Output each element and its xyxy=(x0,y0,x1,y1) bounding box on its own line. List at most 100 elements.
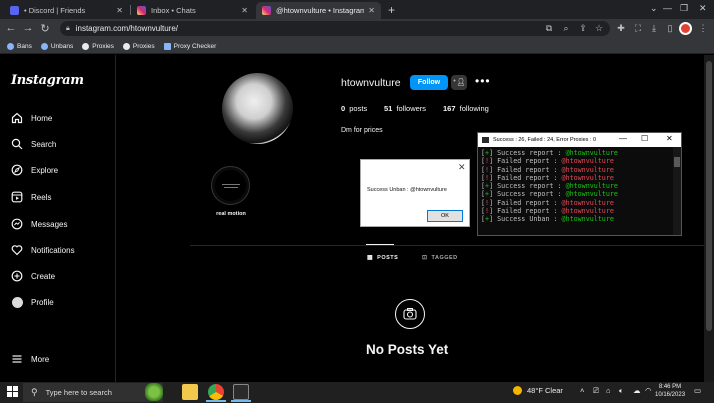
profile-bio: Dm for prices xyxy=(341,127,383,134)
close-window-icon[interactable]: ✕ xyxy=(699,3,707,14)
clock-time: 8:46 PM xyxy=(658,384,682,390)
sidebar-item-notifications[interactable]: Notifications xyxy=(11,244,75,256)
chevron-up-icon[interactable]: ˄ xyxy=(580,386,584,395)
tab-discord[interactable]: • Discord | Friends ✕ xyxy=(4,2,129,19)
followers-link[interactable]: 51 followers xyxy=(384,104,426,113)
console-title: Success : 26, Failed : 24, Error Proxies… xyxy=(493,137,597,143)
tab-posts[interactable]: ▦ POSTS xyxy=(367,254,398,262)
console-line: [!] Failed report : @htownvulture xyxy=(481,157,618,165)
bookmark-proxies-2[interactable]: Proxies xyxy=(122,42,155,50)
following-label: following xyxy=(459,104,489,113)
sidebar-item-reels[interactable]: Reels xyxy=(11,191,51,203)
bookmark-unbans[interactable]: Unbans xyxy=(40,42,73,50)
following-link[interactable]: 167 following xyxy=(443,104,489,113)
download-icon[interactable]: ⤓ xyxy=(648,23,660,34)
tab-search-chevron-icon[interactable]: ⌄ xyxy=(650,3,658,14)
sidebar-item-messages[interactable]: Messages xyxy=(11,218,67,230)
sidebar-item-home[interactable]: Home xyxy=(11,112,52,124)
ok-button[interactable]: OK xyxy=(427,210,463,222)
address-bar[interactable]: 🔒︎ instagram.com/htownvulture/ xyxy=(60,21,610,36)
options-ellipsis-icon[interactable]: ••• xyxy=(475,74,491,88)
console-bracket: ] xyxy=(489,207,498,216)
speaker-icon[interactable]: 🔈︎ xyxy=(619,386,624,396)
taskbar-clock[interactable]: 8:46 PM 10/16/2023 xyxy=(655,383,685,399)
sidebar-item-profile[interactable]: Profile xyxy=(11,296,54,308)
profile-picture[interactable] xyxy=(222,73,293,144)
reload-icon[interactable]: ↻ xyxy=(38,22,52,35)
sidebar-item-explore[interactable]: Explore xyxy=(11,164,58,176)
windows-start-icon[interactable] xyxy=(7,386,18,397)
back-arrow-icon[interactable]: ← xyxy=(4,22,18,34)
follow-button[interactable]: Follow xyxy=(410,75,448,90)
extensions-puzzle-icon[interactable]: ✚ xyxy=(615,23,627,34)
chrome-profile-avatar[interactable] xyxy=(679,22,692,35)
terminal-icon[interactable] xyxy=(233,384,249,400)
sidebar-item-create[interactable]: Create xyxy=(11,270,55,282)
console-username: @htownvulture xyxy=(561,173,614,182)
bookmark-proxies[interactable]: Proxies xyxy=(82,42,114,50)
wifi-icon[interactable]: ◠ xyxy=(645,386,652,395)
bookmark-proxy-checker[interactable]: Proxy Checker xyxy=(163,42,217,50)
console-username: @htownvulture xyxy=(561,198,614,207)
tab-inbox[interactable]: Inbox • Chats ✕ xyxy=(131,2,254,19)
minimize-icon[interactable]: — xyxy=(619,134,627,143)
widget-character-icon[interactable] xyxy=(145,383,163,401)
sidebar-item-label: Create xyxy=(31,271,56,281)
forward-arrow-icon[interactable]: → xyxy=(21,22,35,34)
share-icon[interactable]: ⇪ xyxy=(577,23,589,34)
followers-number: 51 xyxy=(384,104,393,113)
close-icon[interactable]: ✕ xyxy=(458,162,466,173)
sidebar-item-more[interactable]: More xyxy=(11,353,49,365)
story-highlight[interactable] xyxy=(211,166,250,205)
console-scrollbar-thumb[interactable] xyxy=(674,157,680,167)
network-icon[interactable]: ⌂ xyxy=(606,386,611,395)
minimize-icon[interactable]: — xyxy=(663,3,672,13)
bookmark-label: Proxy Checker xyxy=(173,42,217,50)
sidebar-item-label: Search xyxy=(31,139,57,149)
zoom-search-icon[interactable]: ⌕ xyxy=(560,23,572,34)
close-tab-icon[interactable]: ✕ xyxy=(368,6,375,15)
suggested-users-button[interactable]: ⁺👤︎ xyxy=(451,75,467,90)
new-tab-button[interactable]: + xyxy=(388,3,395,17)
kebab-menu-icon[interactable]: ⋮ xyxy=(697,23,709,34)
hamburger-menu-icon xyxy=(11,353,23,365)
clock-date: 10/16/2023 xyxy=(655,392,686,398)
lens-icon[interactable]: ⛶ xyxy=(632,23,644,34)
console-username: @htownvulture xyxy=(561,215,614,224)
display-icon[interactable]: ⎚ xyxy=(593,386,599,396)
bookmarks-bar: Bans Unbans Proxies Proxies Proxy Checke… xyxy=(0,39,714,54)
followers-label: followers xyxy=(396,104,427,113)
console-bracket: ] xyxy=(489,173,498,182)
close-icon[interactable]: ✕ xyxy=(666,134,673,143)
close-tab-icon[interactable]: ✕ xyxy=(241,6,248,15)
notification-icon[interactable]: ▭ xyxy=(694,386,701,395)
bookmark-bans[interactable]: Bans xyxy=(7,42,32,50)
console-window: Success : 26, Failed : 24, Error Proxies… xyxy=(477,132,682,236)
tab-label: TAGGED xyxy=(431,254,458,261)
heart-icon xyxy=(11,244,23,256)
success-dialog: ✕ Success Unban : @htownvulture OK xyxy=(360,159,470,227)
console-username: @htownvulture xyxy=(561,157,614,166)
close-tab-icon[interactable]: ✕ xyxy=(116,6,123,15)
instagram-logo[interactable]: Instagram xyxy=(11,73,84,88)
url-text: instagram.com/htownvulture/ xyxy=(75,24,178,33)
cloud-icon[interactable]: ☁︎ xyxy=(633,386,641,395)
file-explorer-icon[interactable] xyxy=(182,384,198,400)
page-scrollbar-thumb[interactable] xyxy=(706,61,712,331)
sidebar-item-label: Reels xyxy=(31,192,52,202)
maximize-icon[interactable]: ❐ xyxy=(680,3,688,14)
sidebar-item-search[interactable]: Search xyxy=(11,138,56,150)
console-bracket: ] xyxy=(489,149,498,157)
active-tab-indicator xyxy=(366,244,394,245)
taskbar-search-box[interactable]: ⚲ Type here to search xyxy=(23,383,163,402)
chrome-icon[interactable] xyxy=(208,384,224,400)
tab-instagram-profile[interactable]: @htownvulture • Instagram photos a ✕ xyxy=(256,2,381,19)
bookmark-star-icon[interactable]: ☆ xyxy=(593,23,605,34)
console-message: Failed report : xyxy=(497,173,562,182)
weather-widget[interactable]: 48°F Clear xyxy=(513,386,563,395)
maximize-icon[interactable]: ☐ xyxy=(641,134,648,143)
sidebar-item-label: Messages xyxy=(31,219,68,229)
external-app-icon[interactable]: ⧉ xyxy=(543,23,555,34)
tab-tagged[interactable]: ⊡ TAGGED xyxy=(422,254,458,262)
side-panel-icon[interactable]: ▯ xyxy=(664,23,676,34)
